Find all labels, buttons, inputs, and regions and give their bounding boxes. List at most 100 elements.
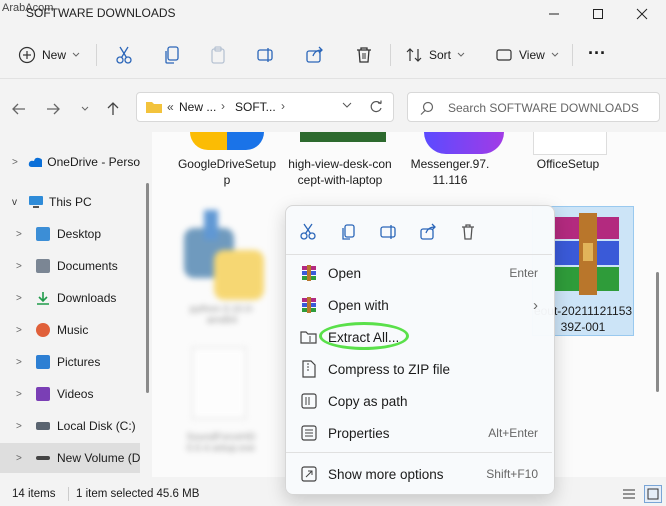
drive-icon: [36, 456, 50, 460]
menu-cut-button[interactable]: [296, 220, 320, 244]
thumbnail-view-button[interactable]: [644, 485, 662, 503]
maximize-button[interactable]: [576, 0, 620, 28]
forward-button[interactable]: [40, 96, 66, 122]
close-button[interactable]: [620, 0, 664, 28]
recent-dropdown[interactable]: [72, 96, 98, 122]
menu-item-copy-as-path[interactable]: Copy as path: [290, 386, 548, 416]
menu-item-shortcut: Alt+Enter: [488, 426, 538, 440]
pictures-icon: [36, 355, 50, 369]
chevron-right-icon[interactable]: >: [16, 261, 30, 272]
file-desk-concept[interactable]: high-view-desk-concept-with-laptop: [288, 156, 392, 188]
file-googledrivesetup[interactable]: GoogleDriveSetup p: [172, 156, 282, 188]
sidebar-item-music[interactable]: > Music: [0, 315, 140, 345]
menu-item-label: Open: [328, 265, 362, 281]
menu-delete-button[interactable]: [456, 220, 480, 244]
menu-item-open-with[interactable]: Open with ›: [290, 290, 548, 320]
menu-item-label: Open with: [328, 297, 389, 313]
maximize-icon: [593, 9, 603, 19]
desktop-icon: [36, 227, 50, 241]
file-officesetup[interactable]: OfficeSetup: [524, 156, 612, 172]
details-view-button[interactable]: [620, 485, 638, 503]
file-name: high-view-desk-concept-with-laptop: [288, 157, 392, 187]
cut-button[interactable]: [114, 40, 134, 70]
rename-icon: [380, 225, 396, 239]
properties-icon: [299, 423, 319, 443]
chevron-down-icon[interactable]: v: [12, 197, 26, 208]
toolbar-divider: [96, 44, 97, 66]
sidebar-item-desktop[interactable]: > Desktop: [0, 219, 140, 249]
sidebar-item-documents[interactable]: > Documents: [0, 251, 140, 281]
sidebar-item-local-disk[interactable]: > Local Disk (C:): [0, 411, 140, 441]
chevron-down-icon: [81, 106, 89, 111]
blank-file-icon[interactable]: [192, 347, 246, 419]
sidebar-item-new-volume[interactable]: > New Volume (D: [0, 443, 140, 473]
more-options-button[interactable]: ···: [588, 38, 606, 68]
sidebar-item-onedrive[interactable]: > OneDrive - Perso: [0, 147, 140, 177]
menu-item-label: Copy as path: [328, 393, 408, 409]
image-thumbnail: [300, 132, 386, 142]
plus-circle-icon: [18, 46, 36, 64]
delete-button[interactable]: [354, 40, 374, 70]
search-input[interactable]: Search SOFTWARE DOWNLOADS: [407, 92, 660, 122]
menu-item-open[interactable]: Open Enter: [290, 258, 548, 288]
nav-scrollbar[interactable]: [146, 183, 149, 393]
back-button[interactable]: [6, 96, 32, 122]
music-icon: [36, 323, 50, 337]
share-button[interactable]: [305, 40, 325, 70]
selection-info: 1 item selected 45.6 MB: [76, 488, 200, 500]
sidebar-item-label: Documents: [57, 259, 118, 273]
new-button[interactable]: New: [18, 40, 80, 70]
file-messenger[interactable]: Messenger.97.11.116: [408, 156, 492, 188]
menu-item-shortcut: Shift+F10: [486, 467, 538, 481]
chevron-right-icon[interactable]: >: [16, 357, 30, 368]
sidebar-item-label: Videos: [57, 387, 94, 401]
breadcrumb-software[interactable]: SOFT...: [235, 100, 276, 114]
chevron-right-icon[interactable]: >: [16, 229, 30, 240]
new-label: New: [42, 48, 67, 62]
minimize-icon: [549, 13, 559, 15]
expand-icon: [299, 464, 319, 484]
chevron-right-icon[interactable]: >: [16, 325, 30, 336]
extract-folder-icon: [299, 327, 319, 347]
chevron-right-icon[interactable]: >: [16, 421, 30, 432]
document-icon: [36, 259, 50, 273]
chevron-down-icon: [342, 102, 352, 108]
view-button[interactable]: View: [495, 40, 559, 70]
command-bar: New Sort View ···: [0, 32, 666, 79]
sidebar-item-downloads[interactable]: > Downloads: [0, 283, 140, 313]
menu-share-button[interactable]: [416, 220, 440, 244]
chevron-right-icon[interactable]: >: [16, 453, 30, 464]
menu-item-properties[interactable]: Properties Alt+Enter: [290, 418, 548, 448]
address-row: « New ... › SOFT... › Search SOFTWARE DO…: [0, 88, 666, 128]
up-button[interactable]: [100, 96, 126, 122]
chevron-down-icon: [551, 52, 559, 57]
context-menu: Open Enter Open with › Extract All... Co…: [285, 205, 555, 495]
breadcrumb-overflow[interactable]: «: [167, 100, 174, 114]
rename-button[interactable]: [256, 40, 276, 70]
menu-copy-button[interactable]: [336, 220, 360, 244]
menu-item-compress-zip[interactable]: Compress to ZIP file: [290, 354, 548, 384]
address-bar[interactable]: « New ... › SOFT... ›: [136, 92, 394, 122]
copy-button[interactable]: [162, 40, 182, 70]
chevron-right-icon[interactable]: >: [16, 389, 30, 400]
winrar-icon: [299, 295, 319, 315]
breadcrumb-new-volume[interactable]: New ...: [179, 100, 216, 114]
list-view-icon: [623, 489, 635, 499]
python-file[interactable]: [174, 210, 264, 310]
sidebar-item-label: Music: [57, 323, 89, 337]
sidebar-item-videos[interactable]: > Videos: [0, 379, 140, 409]
sidebar-item-this-pc[interactable]: v This PC: [0, 187, 140, 217]
sort-button[interactable]: Sort: [405, 40, 465, 70]
content-scrollbar[interactable]: [656, 272, 659, 392]
paste-button[interactable]: [208, 40, 228, 70]
scissors-icon: [300, 223, 316, 240]
folder-icon: [146, 102, 162, 113]
minimize-button[interactable]: [532, 0, 576, 28]
chevron-right-icon[interactable]: >: [16, 293, 30, 304]
trash-icon: [462, 224, 474, 240]
chevron-right-icon[interactable]: >: [12, 157, 24, 168]
menu-rename-button[interactable]: [376, 220, 400, 244]
sidebar-item-pictures[interactable]: > Pictures: [0, 347, 140, 377]
menu-item-show-more-options[interactable]: Show more options Shift+F10: [290, 459, 548, 489]
menu-item-label: Compress to ZIP file: [328, 361, 451, 377]
